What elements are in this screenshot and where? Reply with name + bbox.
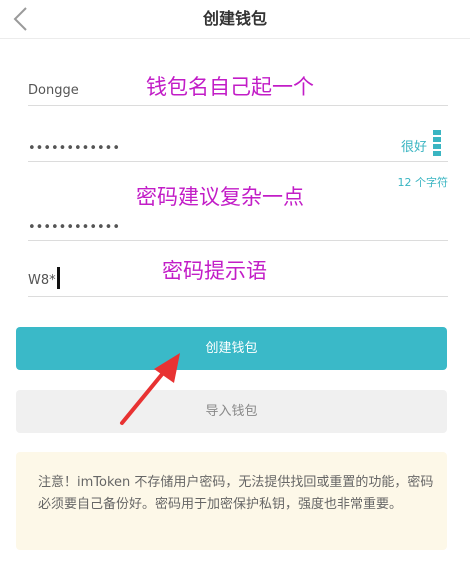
field-underline xyxy=(28,161,448,162)
create-wallet-button[interactable]: 创建钱包 xyxy=(16,327,447,370)
field-underline xyxy=(28,105,448,106)
password-length-hint: 12 个字符 xyxy=(397,176,449,189)
strength-label: 很好 xyxy=(400,140,427,155)
text-cursor xyxy=(56,267,60,289)
field-underline xyxy=(28,296,448,297)
import-wallet-button[interactable]: 导入钱包 xyxy=(16,390,447,433)
password-value: •••••••••••• xyxy=(28,141,121,156)
password-hint-value: W8* xyxy=(28,267,60,289)
wallet-name-value: Dongge xyxy=(28,83,79,98)
annotation-hint: 密码提示语 xyxy=(162,259,267,283)
notice-text: 注意！imToken 不存储用户密码，无法提供找回或重置的功能，密码必须要自己备… xyxy=(38,475,434,512)
annotation-wallet-name: 钱包名自己起一个 xyxy=(146,75,314,99)
warning-notice: 注意！imToken 不存储用户密码，无法提供找回或重置的功能，密码必须要自己备… xyxy=(16,452,447,550)
annotation-arrow-icon xyxy=(120,353,180,425)
strength-bars-icon xyxy=(433,130,441,156)
confirm-password-field[interactable]: •••••••••••• xyxy=(28,201,448,241)
nav-bar: 创建钱包 xyxy=(0,0,470,39)
page-title: 创建钱包 xyxy=(202,9,267,28)
password-field[interactable]: •••••••••••• 很好 xyxy=(28,122,448,162)
password-strength: 很好 xyxy=(401,130,441,156)
confirm-password-value: •••••••••••• xyxy=(28,220,121,235)
field-underline xyxy=(28,240,448,241)
